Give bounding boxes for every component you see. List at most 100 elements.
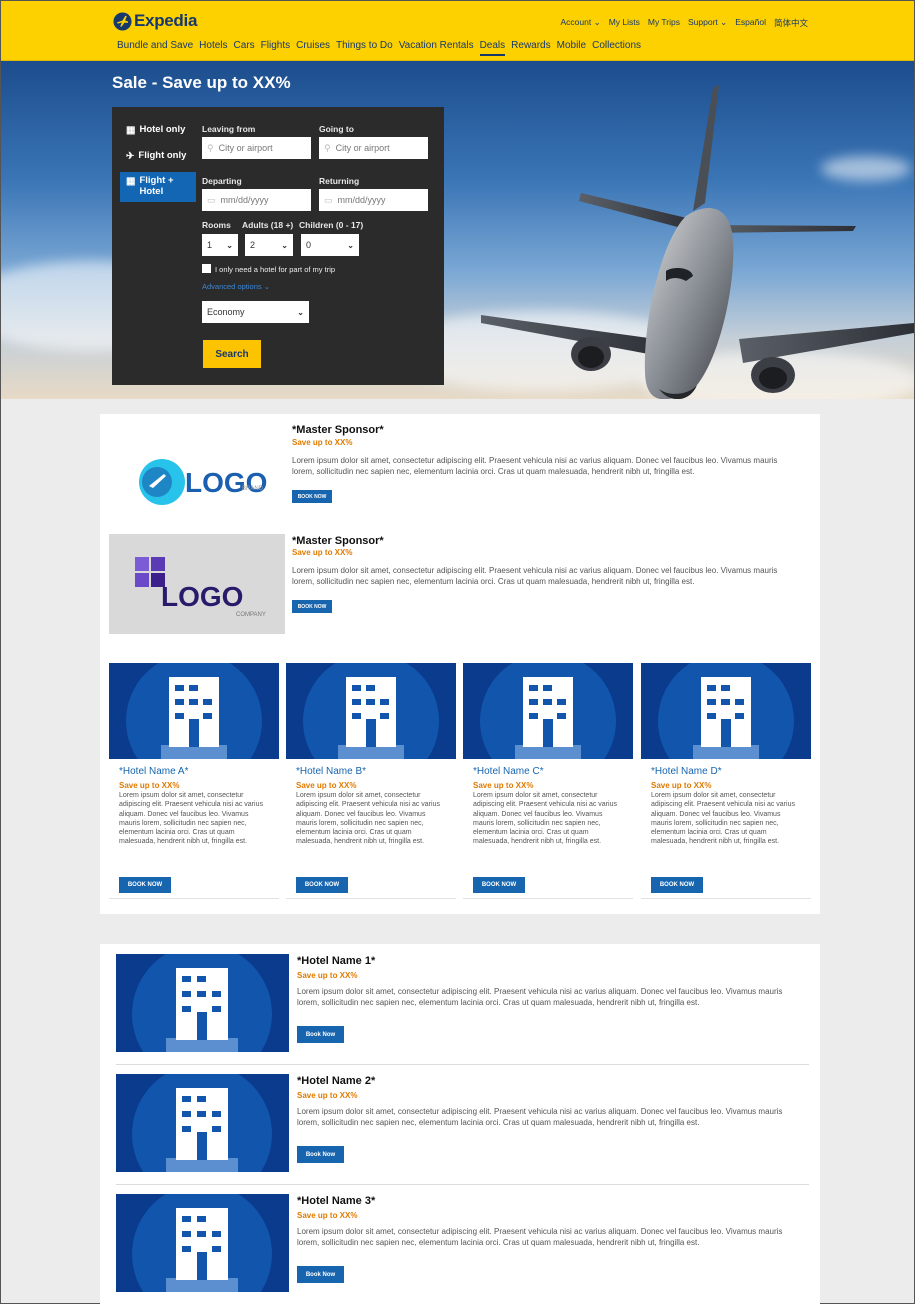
adults-label: Adults (18 +)	[242, 220, 294, 230]
calendar-icon: ▭	[207, 194, 216, 205]
sponsor-title: *Master Sponsor*	[292, 535, 384, 547]
nav-cars[interactable]: Cars	[234, 40, 255, 56]
sponsor-description: Lorem ipsum dolor sit amet, consectetur …	[292, 566, 778, 586]
util-my-trips[interactable]: My Trips	[648, 17, 680, 29]
tab-flight-hotel[interactable]: ▦ Flight + Hotel	[120, 172, 196, 202]
partial-hotel-checkbox[interactable]	[202, 264, 211, 273]
util-chinese[interactable]: 简体中文	[774, 17, 808, 29]
hotel-building-icon	[132, 1194, 272, 1292]
expedia-logo[interactable]: Expedia	[113, 11, 197, 31]
nav-vacation-rentals[interactable]: Vacation Rentals	[399, 40, 474, 56]
card-divider	[286, 898, 456, 899]
card-divider	[109, 898, 279, 899]
book-now-button[interactable]: BOOK NOW	[292, 600, 332, 613]
hotel-list-panel: *Hotel Name 1* Save up to XX% Lorem ipsu…	[100, 944, 820, 1304]
hotel-card: *Hotel Name A* Save up to XX% Lorem ipsu…	[109, 663, 279, 899]
util-support[interactable]: Support ⌄	[688, 17, 727, 29]
nav-flights[interactable]: Flights	[261, 40, 290, 56]
adults-select[interactable]: 2 ⌄	[245, 234, 293, 256]
sponsor-row: LOGO COMPANY *Master Sponsor* Save up to…	[100, 526, 820, 644]
hotel-list-description: Lorem ipsum dolor sit amet, consectetur …	[297, 1107, 783, 1127]
brand-logo-sub: BRAND	[242, 486, 264, 492]
returning-label: Returning	[319, 176, 360, 186]
nav-rewards[interactable]: Rewards	[511, 40, 550, 56]
hotel-card-description: Lorem ipsum dolor sit amet, consectetur …	[119, 792, 263, 846]
cabin-class-select[interactable]: Economy ⌄	[202, 301, 309, 323]
leaving-from-label: Leaving from	[202, 124, 256, 134]
departing-date-input[interactable]: ▭ mm/dd/yyyy	[202, 189, 311, 211]
hotel-image[interactable]	[286, 663, 456, 759]
airplane-image	[481, 85, 914, 399]
hotel-list-item: *Hotel Name 2* Save up to XX% Lorem ipsu…	[100, 1064, 820, 1185]
sponsor-title: *Master Sponsor*	[292, 424, 384, 436]
hotel-image[interactable]	[116, 1074, 289, 1172]
advanced-options-link[interactable]: Advanced options ⌄	[202, 282, 270, 291]
book-now-button[interactable]: BOOK NOW	[119, 877, 171, 893]
hotel-image[interactable]	[116, 954, 289, 1052]
book-now-button[interactable]: Book Now	[297, 1026, 344, 1043]
rooms-label: Rooms	[202, 220, 231, 230]
tab-hotel-only[interactable]: ▦ Hotel only	[120, 121, 196, 141]
book-now-button[interactable]: Book Now	[297, 1146, 344, 1163]
hotel-card-save: Save up to XX%	[296, 781, 357, 790]
location-pin-icon: ⚲	[207, 142, 214, 153]
util-espanol[interactable]: Español	[735, 17, 766, 29]
hotel-image[interactable]	[109, 663, 279, 759]
hotel-list-item: *Hotel Name 3* Save up to XX% Lorem ipsu…	[100, 1184, 820, 1304]
partial-hotel-label: I only need a hotel for part of my trip	[215, 265, 336, 274]
hotel-card-save: Save up to XX%	[119, 781, 180, 790]
hotel-list-save: Save up to XX%	[297, 1211, 358, 1220]
tab-flight-only[interactable]: ✈ Flight only	[120, 147, 196, 167]
search-button[interactable]: Search	[203, 340, 261, 368]
sponsor-logo-company[interactable]: LOGO	[109, 534, 285, 634]
site-header: Expedia Account ⌄ My Lists My Trips Supp…	[1, 1, 914, 61]
hotel-building-icon	[480, 663, 616, 759]
sponsor-save: Save up to XX%	[292, 438, 353, 447]
children-select[interactable]: 0 ⌄	[301, 234, 359, 256]
book-now-button[interactable]: BOOK NOW	[651, 877, 703, 893]
book-now-button[interactable]: BOOK NOW	[296, 877, 348, 893]
sponsor-logo-brand[interactable]: LOGO	[109, 422, 285, 522]
location-pin-icon: ⚲	[324, 142, 331, 153]
hotel-list-title: *Hotel Name 3*	[297, 1195, 376, 1207]
hotel-building-icon	[658, 663, 794, 759]
util-my-lists[interactable]: My Lists	[609, 17, 640, 29]
main-nav: Bundle and Save Hotels Cars Flights Crui…	[117, 40, 641, 56]
nav-deals[interactable]: Deals	[479, 40, 506, 56]
book-now-button[interactable]: BOOK NOW	[473, 877, 525, 893]
book-now-button[interactable]: Book Now	[297, 1266, 344, 1283]
nav-things-to-do[interactable]: Things to Do	[336, 40, 393, 56]
hero-banner: Sale - Save up to XX% ▦ Hotel only ✈ Fli…	[1, 61, 914, 399]
departing-placeholder: mm/dd/yyyy	[220, 195, 269, 205]
returning-date-input[interactable]: ▭ mm/dd/yyyy	[319, 189, 428, 211]
going-to-input[interactable]: ⚲ City or airport	[319, 137, 428, 159]
rooms-select[interactable]: 1 ⌄	[202, 234, 238, 256]
hotel-card-description: Lorem ipsum dolor sit amet, consectetur …	[473, 792, 617, 846]
deals-panel: LOGO BRAND *Master Sponsor* Save up to X…	[100, 414, 820, 914]
hotel-card-description: Lorem ipsum dolor sit amet, consectetur …	[651, 792, 795, 846]
brand-name: Expedia	[134, 11, 198, 30]
hotel-card-save: Save up to XX%	[651, 781, 712, 790]
nav-collections[interactable]: Collections	[592, 40, 641, 56]
tab-label: Hotel only	[139, 124, 186, 135]
hotel-list-save: Save up to XX%	[297, 1091, 358, 1100]
util-account[interactable]: Account ⌄	[561, 17, 601, 29]
nav-cruises[interactable]: Cruises	[296, 40, 330, 56]
hotel-image[interactable]	[463, 663, 633, 759]
nav-hotels[interactable]: Hotels	[199, 40, 227, 56]
plane-icon: ✈	[126, 150, 135, 162]
book-now-button[interactable]: BOOK NOW	[292, 490, 332, 503]
departing-label: Departing	[202, 176, 242, 186]
leaving-from-input[interactable]: ⚲ City or airport	[202, 137, 311, 159]
hotel-image[interactable]	[116, 1194, 289, 1292]
expedia-globe-icon	[113, 11, 132, 31]
children-label: Children (0 - 17)	[299, 220, 364, 230]
brand-logo-icon: LOGO	[139, 459, 267, 505]
hotel-card-title: *Hotel Name B*	[296, 766, 367, 777]
hotel-card: *Hotel Name D* Save up to XX% Lorem ipsu…	[641, 663, 811, 899]
hotel-image[interactable]	[641, 663, 811, 759]
card-divider	[641, 898, 811, 899]
nav-mobile[interactable]: Mobile	[557, 40, 586, 56]
nav-bundle-and-save[interactable]: Bundle and Save	[117, 40, 193, 56]
search-form: ▦ Hotel only ✈ Flight only ▦ Flight + Ho…	[112, 107, 444, 385]
